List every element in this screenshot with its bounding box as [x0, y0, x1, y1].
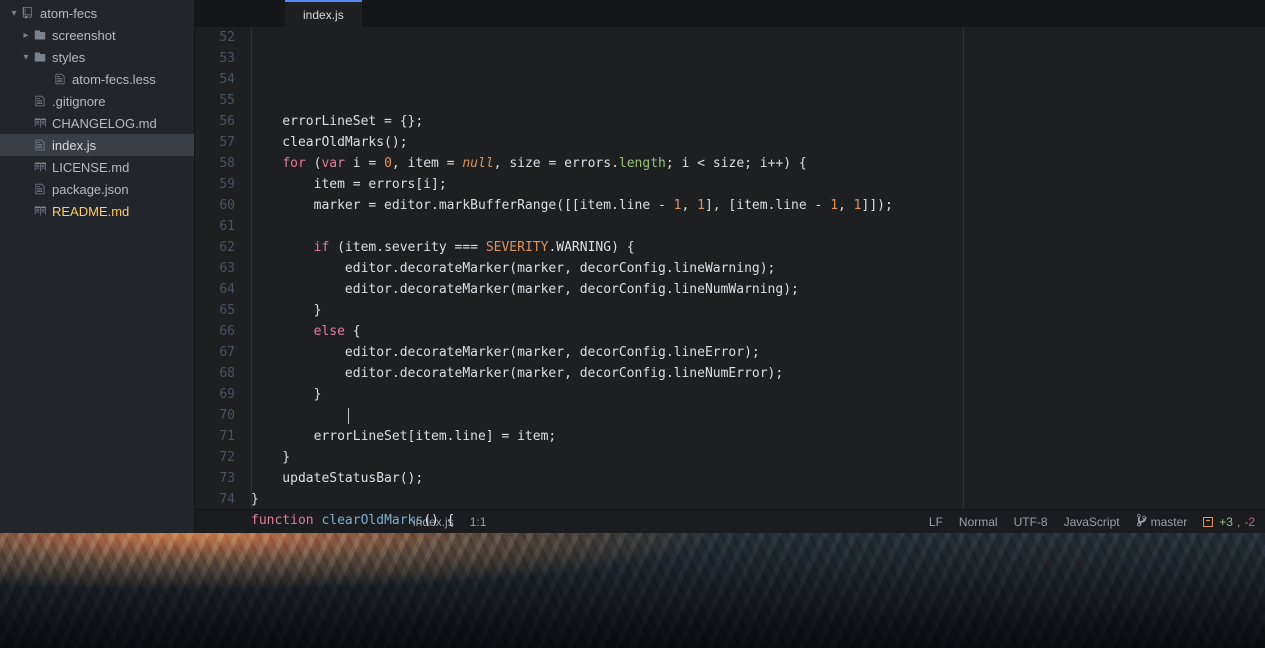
- line-number[interactable]: 54: [207, 69, 235, 90]
- book-icon: [32, 117, 48, 129]
- file-icon: [32, 183, 48, 195]
- gutter[interactable]: 5253545556575859606162636465666768697071…: [195, 27, 245, 509]
- tree-root[interactable]: ▾ atom-fecs: [0, 2, 194, 24]
- tree-root-label: atom-fecs: [40, 6, 97, 21]
- chevron-down-icon: ▾: [8, 8, 20, 19]
- line-number[interactable]: 56: [207, 111, 235, 132]
- line-number[interactable]: 69: [207, 384, 235, 405]
- line-number[interactable]: 61: [207, 216, 235, 237]
- book-icon: [32, 205, 48, 217]
- code-line[interactable]: }: [251, 489, 1265, 510]
- chevron-down-icon: ▾: [20, 52, 32, 63]
- line-number[interactable]: 71: [207, 426, 235, 447]
- code-line[interactable]: errorLineSet = {};: [251, 111, 1265, 132]
- line-number[interactable]: 70: [207, 405, 235, 426]
- code-line[interactable]: for (var i = 0, item = null, size = erro…: [251, 153, 1265, 174]
- code-content[interactable]: errorLineSet = {}; clearOldMarks(); for …: [245, 27, 1265, 509]
- file-icon: [32, 95, 48, 107]
- line-number[interactable]: 59: [207, 174, 235, 195]
- line-number[interactable]: 64: [207, 279, 235, 300]
- tree-file[interactable]: atom-fecs.less: [0, 68, 194, 90]
- chevron-right-icon: ▸: [20, 30, 32, 41]
- line-number[interactable]: 57: [207, 132, 235, 153]
- tree-folder[interactable]: ▸ screenshot: [0, 24, 194, 46]
- repo-icon: [20, 7, 36, 19]
- code-line[interactable]: else {: [251, 321, 1265, 342]
- line-number[interactable]: 52: [207, 27, 235, 48]
- code-line[interactable]: }: [251, 300, 1265, 321]
- tree-folder[interactable]: ▾ styles: [0, 46, 194, 68]
- line-number[interactable]: 66: [207, 321, 235, 342]
- code-line[interactable]: [251, 216, 1265, 237]
- git-diff-icon: [1203, 517, 1213, 527]
- line-number[interactable]: 72: [207, 447, 235, 468]
- tree-file[interactable]: .gitignore: [0, 90, 194, 112]
- tree-item-label: atom-fecs.less: [72, 72, 156, 87]
- line-number[interactable]: 63: [207, 258, 235, 279]
- code-line[interactable]: if (item.severity === SEVERITY.WARNING) …: [251, 237, 1265, 258]
- code-line[interactable]: clearOldMarks();: [251, 132, 1265, 153]
- file-icon: [32, 139, 48, 151]
- text-cursor: [348, 408, 349, 424]
- code-line[interactable]: marker = editor.markBufferRange([[item.l…: [251, 195, 1265, 216]
- line-number[interactable]: 74: [207, 489, 235, 510]
- line-number[interactable]: 62: [207, 237, 235, 258]
- line-number[interactable]: 58: [207, 153, 235, 174]
- tree-item-label: .gitignore: [52, 94, 105, 109]
- tab-label: index.js: [303, 8, 344, 22]
- tree-item-label: README.md: [52, 204, 129, 219]
- line-number[interactable]: 60: [207, 195, 235, 216]
- tree-item-label: CHANGELOG.md: [52, 116, 157, 131]
- tree-item-label: screenshot: [52, 28, 116, 43]
- line-number[interactable]: 65: [207, 300, 235, 321]
- tree-file[interactable]: index.js: [0, 134, 194, 156]
- code-line[interactable]: editor.decorateMarker(marker, decorConfi…: [251, 258, 1265, 279]
- desktop-wallpaper: [0, 533, 1265, 648]
- tab-bar[interactable]: index.js: [195, 0, 1265, 27]
- text-editor[interactable]: 5253545556575859606162636465666768697071…: [195, 27, 1265, 509]
- folder-icon: [32, 51, 48, 63]
- tree-item-label: LICENSE.md: [52, 160, 129, 175]
- line-number[interactable]: 73: [207, 468, 235, 489]
- file-icon: [52, 73, 68, 85]
- code-line[interactable]: updateStatusBar();: [251, 468, 1265, 489]
- tree-item-label: package.json: [52, 182, 129, 197]
- tree-file[interactable]: LICENSE.md: [0, 156, 194, 178]
- book-icon: [32, 161, 48, 173]
- folder-icon: [32, 29, 48, 41]
- line-number[interactable]: 68: [207, 363, 235, 384]
- tree-file[interactable]: README.md: [0, 200, 194, 222]
- tree-item-label: styles: [52, 50, 85, 65]
- line-number[interactable]: 53: [207, 48, 235, 69]
- code-line[interactable]: editor.decorateMarker(marker, decorConfi…: [251, 342, 1265, 363]
- code-line[interactable]: }: [251, 384, 1265, 405]
- tree-view[interactable]: ▾ atom-fecs ▸ screenshot ▾ styles atom-fecs.…: [0, 0, 195, 533]
- line-number[interactable]: 67: [207, 342, 235, 363]
- line-number[interactable]: 55: [207, 90, 235, 111]
- code-line[interactable]: item = errors[i];: [251, 174, 1265, 195]
- code-line[interactable]: function clearOldMarks() {: [251, 510, 1265, 531]
- code-line[interactable]: editor.decorateMarker(marker, decorConfi…: [251, 363, 1265, 384]
- tree-item-label: index.js: [52, 138, 96, 153]
- code-line[interactable]: }: [251, 447, 1265, 468]
- code-line[interactable]: [251, 405, 1265, 426]
- code-line[interactable]: errorLineSet[item.line] = item;: [251, 426, 1265, 447]
- tab-index-js[interactable]: index.js: [285, 0, 362, 27]
- code-line[interactable]: editor.decorateMarker(marker, decorConfi…: [251, 279, 1265, 300]
- tree-file[interactable]: package.json: [0, 178, 194, 200]
- tree-file[interactable]: CHANGELOG.md: [0, 112, 194, 134]
